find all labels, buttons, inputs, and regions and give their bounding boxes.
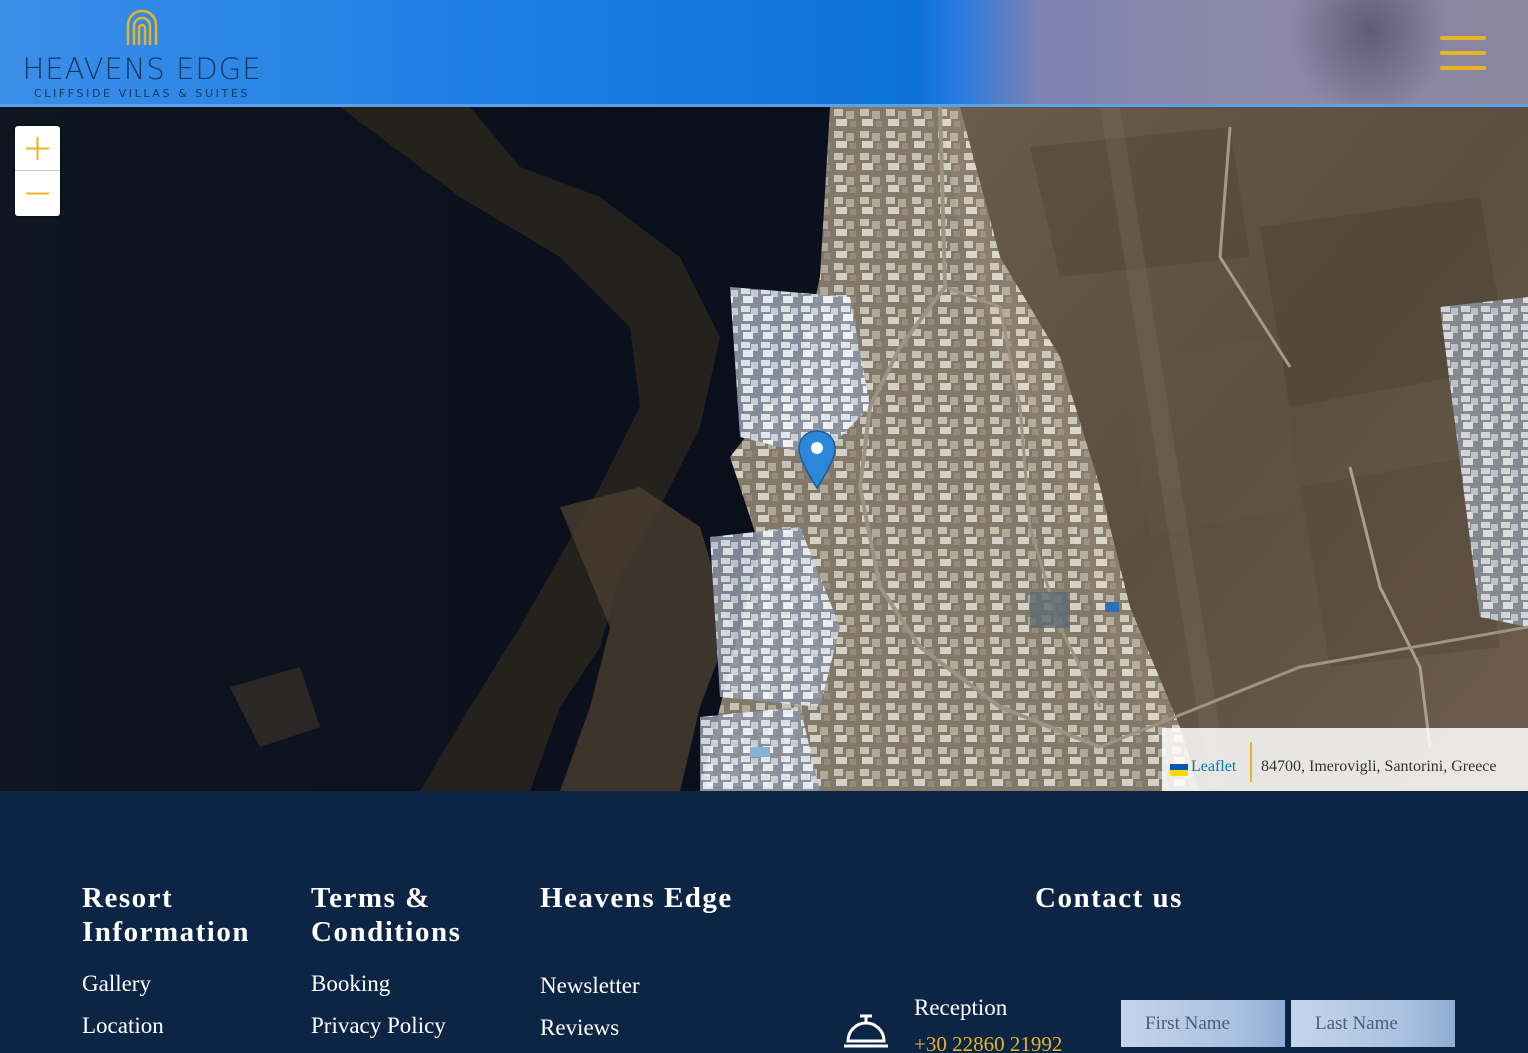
site-logo[interactable]: HEAVENS EDGE CLIFFSIDE VILLAS & SUITES <box>22 8 262 100</box>
zoom-in-button[interactable] <box>15 126 60 171</box>
satellite-imagery <box>0 107 1528 791</box>
site-footer: Resort Information Gallery Location Term… <box>0 791 1528 1053</box>
map-address: 84700, Imerovigli, Santorini, Greece <box>1261 758 1497 775</box>
reception-bell-icon <box>844 1014 888 1048</box>
footer-link-gallery[interactable]: Gallery <box>82 971 151 997</box>
footer-title-terms-conditions: Terms & Conditions <box>311 882 462 948</box>
logo-name: HEAVENS EDGE <box>22 52 262 86</box>
minus-icon <box>26 192 49 195</box>
footer-title-heavens-edge: Heavens Edge <box>540 882 733 914</box>
ukraine-flag-icon <box>1170 764 1188 776</box>
arch-logo-icon <box>126 9 158 45</box>
reception-phone-link[interactable]: +30 22860 21992 <box>914 1032 1062 1053</box>
logo-tagline: CLIFFSIDE VILLAS & SUITES <box>34 87 250 100</box>
footer-link-privacy-policy[interactable]: Privacy Policy <box>311 1013 446 1039</box>
footer-link-booking[interactable]: Booking <box>311 971 390 997</box>
zoom-out-button[interactable] <box>15 171 60 216</box>
footer-title-contact-us: Contact us <box>1035 882 1183 914</box>
header-background-blur <box>1290 0 1450 104</box>
last-name-field[interactable] <box>1291 1000 1455 1047</box>
footer-link-newsletter[interactable]: Newsletter <box>540 973 640 999</box>
plus-icon <box>26 137 49 160</box>
first-name-field[interactable] <box>1121 1000 1285 1047</box>
footer-link-location[interactable]: Location <box>82 1013 164 1039</box>
leaflet-link[interactable]: Leaflet <box>1191 758 1236 776</box>
reception-label: Reception <box>914 995 1008 1020</box>
site-header: HEAVENS EDGE CLIFFSIDE VILLAS & SUITES <box>0 0 1528 107</box>
hamburger-menu-icon[interactable] <box>1440 34 1488 72</box>
location-pin-icon[interactable] <box>798 430 836 490</box>
zoom-controls <box>15 126 60 216</box>
footer-link-reviews[interactable]: Reviews <box>540 1015 619 1041</box>
location-map[interactable]: Leaflet 84700, Imerovigli, Santorini, Gr… <box>0 107 1528 791</box>
map-attribution: Leaflet 84700, Imerovigli, Santorini, Gr… <box>1162 728 1528 791</box>
attribution-divider <box>1250 742 1252 782</box>
footer-title-resort-information: Resort Information <box>82 882 250 948</box>
